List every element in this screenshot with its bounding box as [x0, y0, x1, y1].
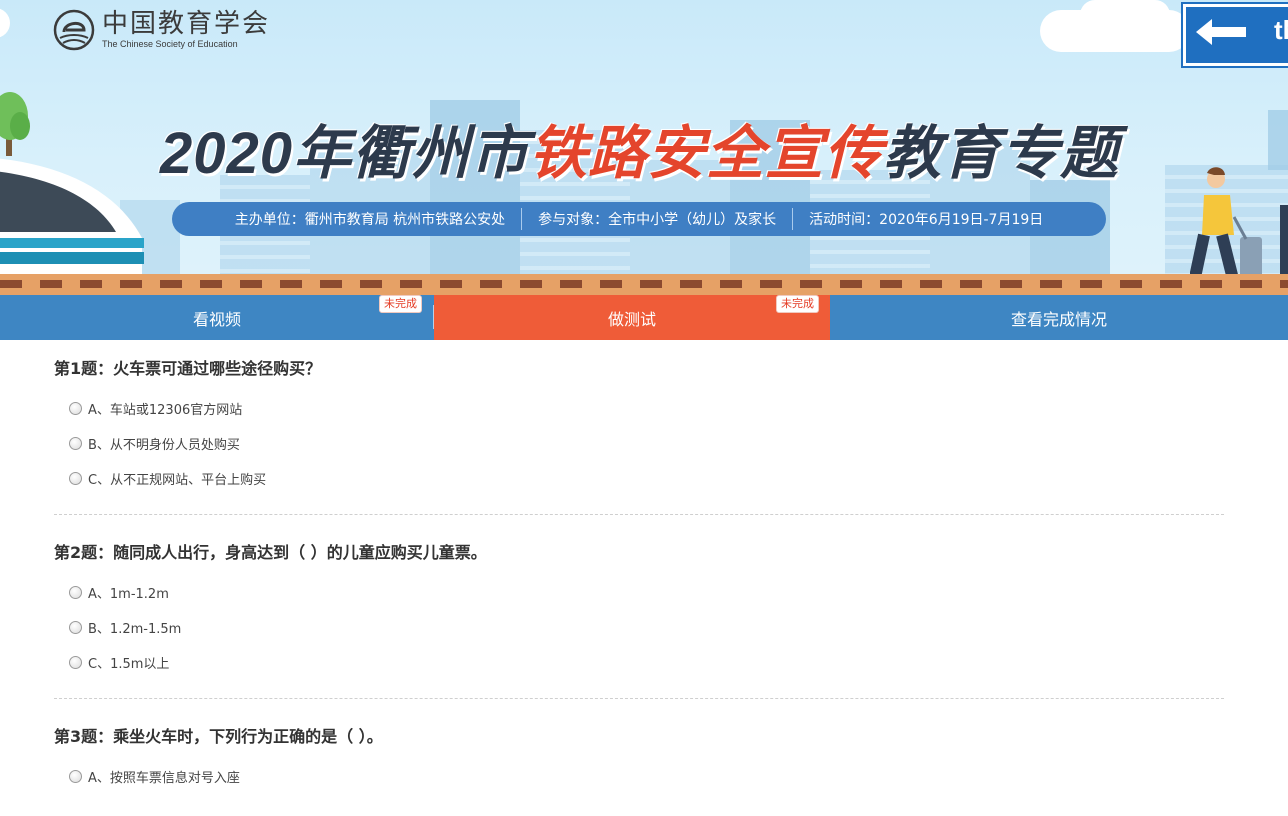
option-label: A、车站或12306官方网站	[88, 403, 243, 418]
radio-button[interactable]	[69, 586, 82, 599]
title-part-1: 2020年衢州市	[160, 121, 530, 186]
radio-button[interactable]	[69, 472, 82, 485]
tab-view-completion[interactable]: 查看完成情况	[830, 295, 1288, 340]
tab-label: 看视频	[192, 309, 241, 329]
radio-button[interactable]	[69, 402, 82, 415]
participant-info: 参与对象：全市中小学（幼儿）及家长	[538, 212, 777, 228]
question-divider	[54, 698, 1224, 699]
answer-option[interactable]: B、从不明身份人员处购买	[54, 426, 1224, 461]
tab-label: 做测试	[607, 309, 656, 329]
question-divider	[54, 514, 1224, 515]
logo-english-name: The Chinese Society of Education	[102, 39, 238, 49]
left-arrow-icon	[1196, 19, 1246, 45]
radio-button[interactable]	[69, 656, 82, 669]
header-banner: 中国教育学会 The Chinese Society of Education …	[0, 0, 1288, 295]
tab-take-test[interactable]: 做测试 未完成	[434, 295, 830, 340]
option-label: A、1m-1.2m	[88, 587, 169, 602]
radio-button[interactable]	[69, 770, 82, 783]
answer-option[interactable]: A、车站或12306官方网站	[54, 391, 1224, 426]
society-logo-icon	[53, 9, 95, 51]
main-nav: 看视频 未完成 做测试 未完成 查看完成情况	[0, 295, 1288, 340]
answer-option[interactable]: C、1.5m以上	[54, 645, 1224, 680]
society-logo[interactable]: 中国教育学会 The Chinese Society of Education	[52, 8, 270, 52]
radio-button[interactable]	[69, 621, 82, 634]
question-block: 第1题：火车票可通过哪些途径购买？ A、车站或12306官方网站 B、从不明身份…	[54, 359, 1224, 515]
sign-text: th	[1274, 15, 1288, 45]
option-label: B、1.2m-1.5m	[88, 622, 182, 637]
option-label: B、从不明身份人员处购买	[88, 438, 240, 453]
question-title: 第3题：乘坐火车时，下列行为正确的是（ ）。	[54, 727, 383, 746]
answer-option[interactable]: A、按照车票信息对号入座	[54, 759, 1224, 794]
status-badge: 未完成	[379, 295, 422, 313]
railway-ties	[0, 280, 1288, 288]
tab-label: 查看完成情况	[1010, 309, 1107, 329]
answer-option[interactable]: C、从不正规网站、平台上购买	[54, 461, 1224, 496]
question-block: 第3题：乘坐火车时，下列行为正确的是（ ）。 A、按照车票信息对号入座	[54, 727, 1224, 794]
question-title: 第1题：火车票可通过哪些途径购买？	[54, 359, 322, 378]
cloud-decoration	[1080, 0, 1170, 30]
option-label: C、1.5m以上	[88, 657, 170, 672]
event-time-info: 活动时间：2020年6月19日-7月19日	[809, 212, 1044, 228]
quiz-list: 第1题：火车票可通过哪些途径购买？ A、车站或12306官方网站 B、从不明身份…	[54, 340, 1224, 794]
option-label: A、按照车票信息对号入座	[88, 771, 240, 786]
question-block: 第2题：随同成人出行，身高达到（ ）的儿童应购买儿童票。 A、1m-1.2m B…	[54, 543, 1224, 699]
organizer-info: 主办单位：衢州市教育局 杭州市铁路公安处	[234, 212, 506, 228]
radio-button[interactable]	[69, 437, 82, 450]
cloud-decoration	[0, 8, 10, 38]
train-illustration	[0, 158, 144, 276]
logo-chinese-name: 中国教育学会	[102, 9, 271, 39]
title-part-3: 教育专题	[883, 121, 1120, 186]
tab-watch-video[interactable]: 看视频 未完成	[0, 295, 434, 340]
option-label: C、从不正规网站、平台上购买	[88, 473, 267, 488]
back-sign[interactable]: th	[1183, 4, 1288, 66]
page-title: 2020年衢州市铁路安全宣传教育专题	[160, 106, 1120, 190]
tree-decoration	[0, 92, 30, 156]
event-info-bar: 主办单位：衢州市教育局 杭州市铁路公安处 参与对象：全市中小学（幼儿）及家长 活…	[172, 202, 1106, 236]
answer-option[interactable]: A、1m-1.2m	[54, 575, 1224, 610]
title-part-2: 铁路安全宣传	[529, 121, 884, 186]
building-decoration	[1268, 110, 1288, 170]
question-title: 第2题：随同成人出行，身高达到（ ）的儿童应购买儿童票。	[54, 543, 487, 562]
status-badge: 未完成	[776, 295, 819, 313]
answer-option[interactable]: B、1.2m-1.5m	[54, 610, 1224, 645]
